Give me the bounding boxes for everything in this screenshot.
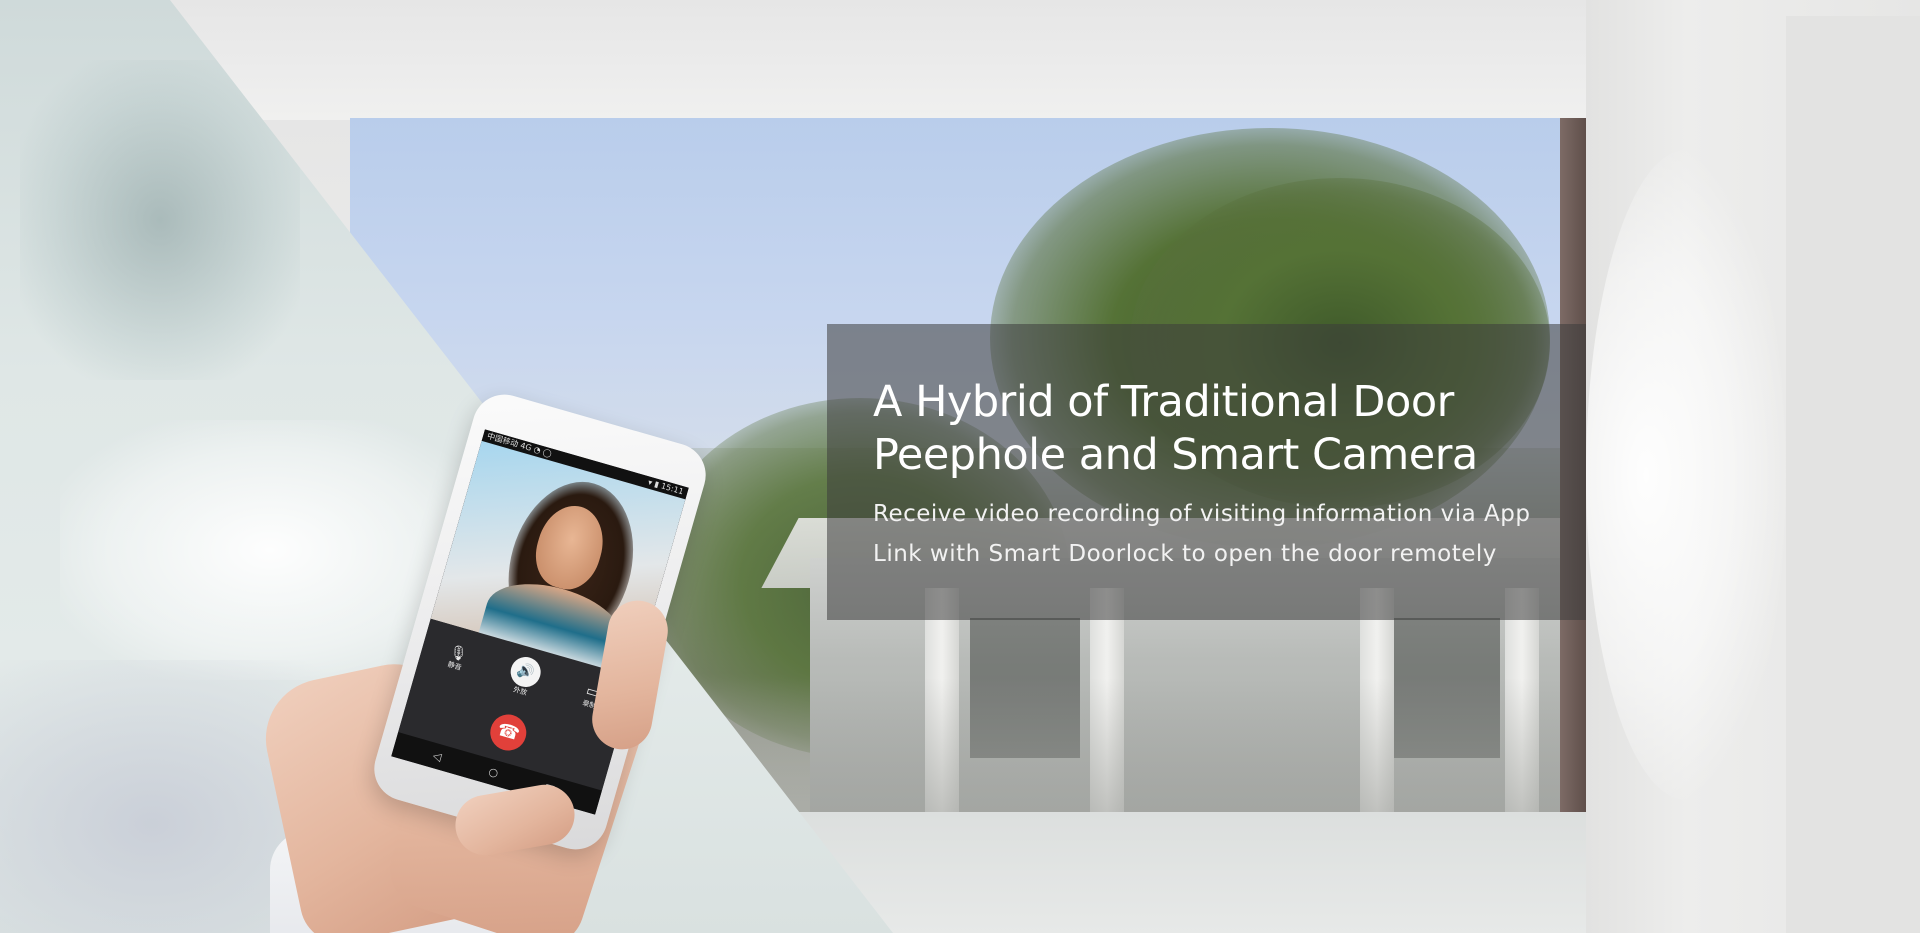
headline-line-1: A Hybrid of Traditional Door [873,377,1454,427]
home-icon[interactable]: ○ [485,759,501,786]
back-icon[interactable]: ◁ [430,743,445,769]
hang-up-button[interactable]: ☎ [486,710,531,755]
feature-text-2: Link with Smart Doorlock to open the doo… [873,541,1497,567]
hero-banner: 中国移动 4G ◔ ◯ ▾ ▮ 15:11 🎙 静音 🔊 外放 ▭ 录制 ☎ ◁… [0,0,1920,933]
headline: A Hybrid of Traditional Door Peephole an… [873,376,1553,482]
phone-in-hand-image: 中国移动 4G ◔ ◯ ▾ ▮ 15:11 🎙 静音 🔊 外放 ▭ 录制 ☎ ◁… [254,387,730,933]
background-right-wall [1586,0,1920,933]
mute-button[interactable]: 🎙 静音 [434,640,480,676]
hang-up-icon: ☎ [494,718,523,746]
headline-line-2: Peephole and Smart Camera [873,430,1478,480]
feature-text-1: Receive video recording of visiting info… [873,501,1531,527]
text-overlay-box: A Hybrid of Traditional Door Peephole an… [827,324,1586,620]
speaker-button[interactable]: 🔊 外放 [496,651,553,703]
